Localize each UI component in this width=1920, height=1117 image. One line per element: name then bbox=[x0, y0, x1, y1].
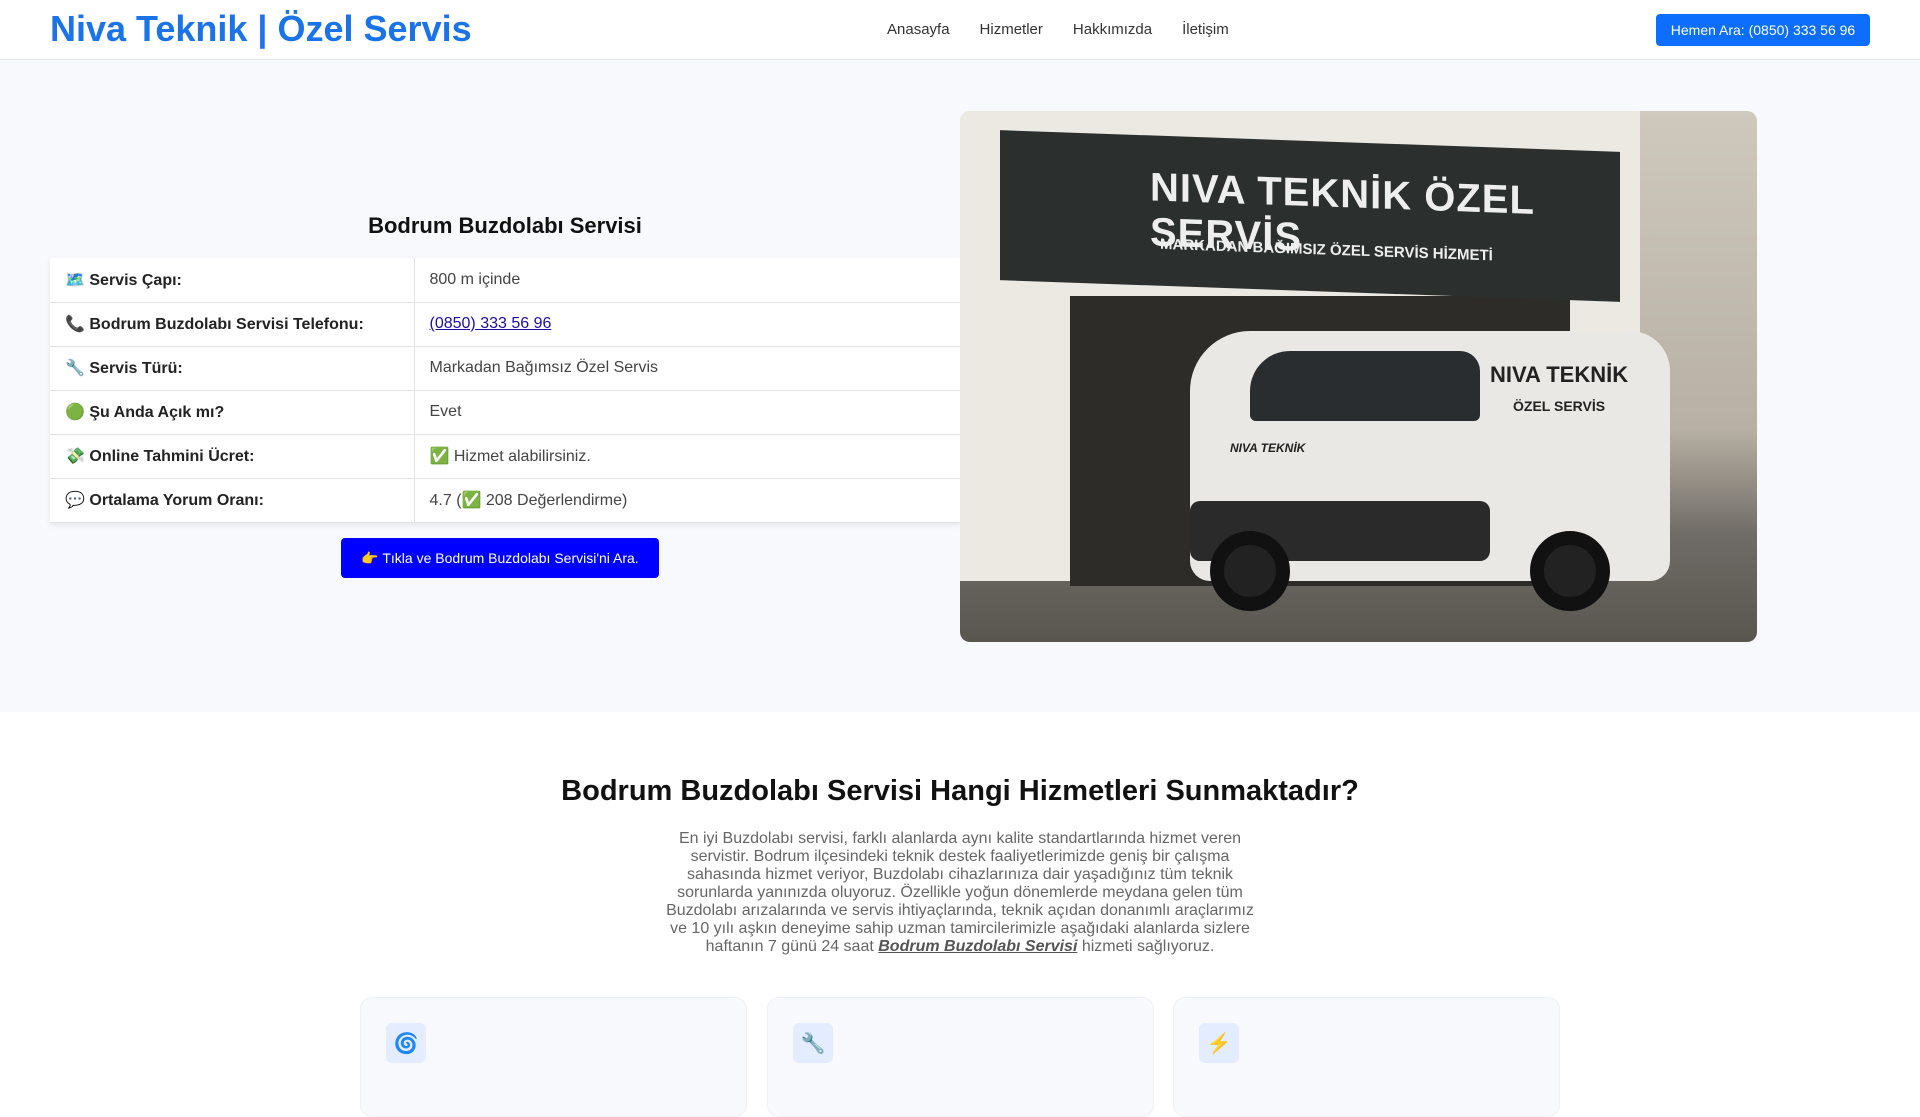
table-row: 💬 Ortalama Yorum Oranı: 4.7 (✅ 208 Değerl… bbox=[50, 478, 960, 523]
store-sign: NIVA TEKNİK ÖZEL SERVİS MARKADAN BAĞIMSI… bbox=[1000, 130, 1620, 302]
green-circle-icon: 🟢 bbox=[65, 404, 85, 421]
cyclone-icon: 🌀 bbox=[386, 1023, 426, 1063]
table-row: 🗺️ Servis Çapı: 800 m içinde bbox=[50, 258, 960, 303]
phone-icon: 📞 bbox=[65, 316, 85, 333]
call-now-button[interactable]: Hemen Ara: (0850) 333 56 96 bbox=[1656, 14, 1870, 46]
site-header: Niva Teknik | Özel Servis Anasayfa Hizme… bbox=[0, 0, 1920, 60]
row-label: Bodrum Buzdolabı Servisi Telefonu: bbox=[89, 316, 364, 333]
phone-link[interactable]: (0850) 333 56 96 bbox=[430, 315, 552, 332]
service-card: 🔧 bbox=[767, 997, 1154, 1117]
row-value: 800 m içinde bbox=[414, 258, 960, 303]
brand-logo[interactable]: Niva Teknik | Özel Servis bbox=[50, 8, 472, 50]
call-service-button[interactable]: 👉 Tıkla ve Bodrum Buzdolabı Servisi'ni A… bbox=[341, 538, 659, 578]
row-label: Servis Çapı: bbox=[89, 271, 182, 289]
table-row: 🟢 Şu Anda Açık mı? Evet bbox=[50, 390, 960, 435]
table-row: 🔧 Servis Türü: Markadan Bağımsız Özel Ser… bbox=[50, 346, 960, 391]
nav-hizmetler[interactable]: Hizmetler bbox=[980, 21, 1043, 38]
row-value: 4.7 (✅ 208 Değerlendirme) bbox=[414, 478, 960, 523]
table-row: 📞 Bodrum Buzdolabı Servisi Telefonu: (085… bbox=[50, 302, 960, 347]
speech-bubble-icon: 💬 bbox=[65, 492, 85, 509]
lightning-icon: ⚡ bbox=[1199, 1023, 1239, 1063]
row-value: ✅ Hizmet alabilirsiniz. bbox=[414, 434, 960, 479]
service-info-table: 🗺️ Servis Çapı: 800 m içinde 📞 Bodrum Buz… bbox=[50, 258, 960, 523]
service-card: ⚡ bbox=[1173, 997, 1560, 1117]
row-label: Ortalama Yorum Oranı: bbox=[89, 492, 264, 509]
row-label: Servis Türü: bbox=[89, 360, 183, 377]
services-description: En iyi Buzdolabı servisi, farklı alanlar… bbox=[666, 830, 1254, 955]
service-van: NIVA TEKNİK ÖZEL SERVİS NIVA TEKNİK bbox=[1190, 331, 1670, 611]
wrench-icon: 🔧 bbox=[793, 1023, 833, 1063]
service-card: 🌀 bbox=[360, 997, 747, 1117]
storefront-van-image: NIVA TEKNİK ÖZEL SERVİS MARKADAN BAĞIMSI… bbox=[960, 111, 1757, 642]
wrench-icon: 🔧 bbox=[65, 360, 85, 377]
hero-title: Bodrum Buzdolabı Servisi bbox=[368, 213, 642, 238]
nav-anasayfa[interactable]: Anasayfa bbox=[887, 21, 950, 38]
main-nav: Anasayfa Hizmetler Hakkımızda İletişim bbox=[887, 21, 1229, 38]
services-title: Bodrum Buzdolabı Servisi Hangi Hizmetler… bbox=[561, 775, 1359, 807]
row-value: Evet bbox=[414, 390, 960, 435]
row-label: Online Tahmini Ücret: bbox=[89, 448, 255, 465]
row-value: Markadan Bağımsız Özel Servis bbox=[414, 346, 960, 391]
nav-iletisim[interactable]: İletişim bbox=[1182, 21, 1229, 38]
map-icon: 🗺️ bbox=[65, 271, 85, 289]
row-label: Şu Anda Açık mı? bbox=[89, 404, 225, 421]
money-icon: 💸 bbox=[65, 448, 85, 465]
table-row: 💸 Online Tahmini Ücret: ✅ Hizmet alabilir… bbox=[50, 434, 960, 479]
nav-hakkimizda[interactable]: Hakkımızda bbox=[1073, 21, 1152, 38]
service-link[interactable]: Bodrum Buzdolabı Servisi bbox=[878, 938, 1077, 955]
